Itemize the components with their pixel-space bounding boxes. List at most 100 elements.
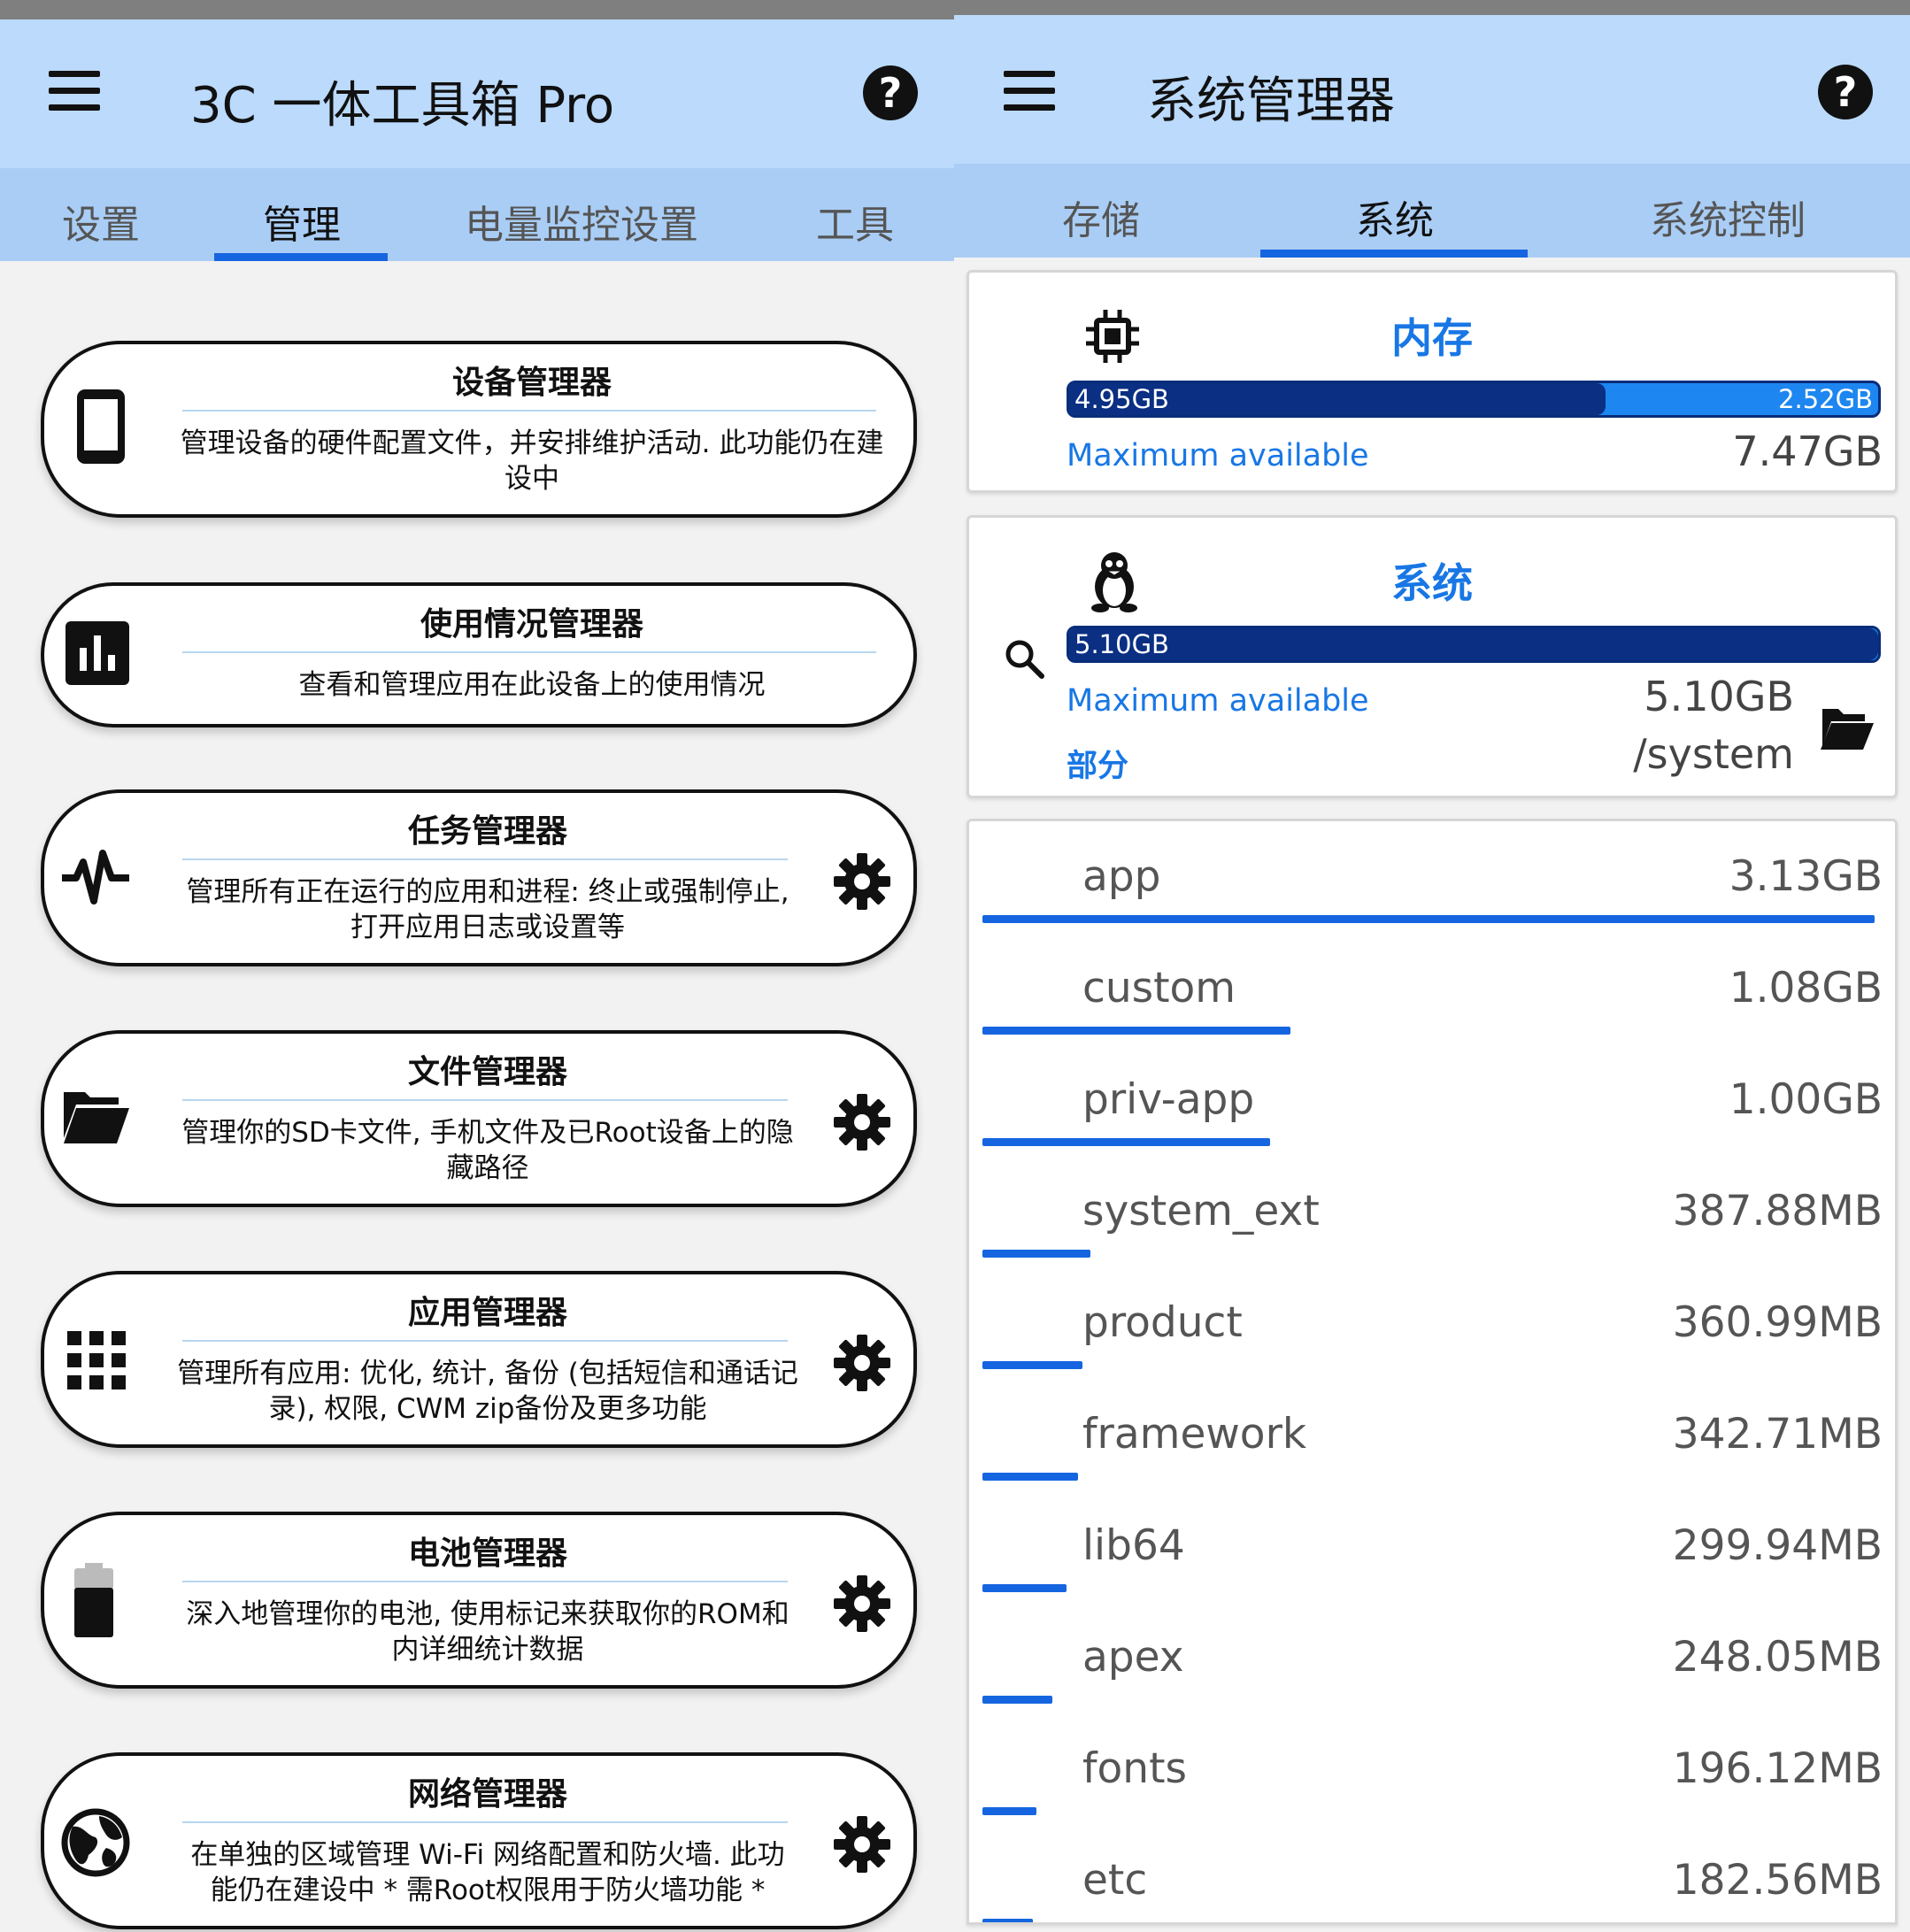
gear-icon[interactable] <box>834 853 890 910</box>
system-max-value: 5.10GB <box>1644 673 1794 720</box>
partition-label: 部分 <box>1067 749 1129 784</box>
list-item[interactable]: system_ext 387.88MB <box>969 1156 1895 1267</box>
gear-icon[interactable] <box>834 1094 890 1151</box>
divider <box>182 651 876 653</box>
tab-system[interactable]: 系统 <box>1356 189 1434 245</box>
folder-name: app <box>1082 852 1161 901</box>
gear-icon[interactable] <box>834 1816 890 1873</box>
card-title: 电池管理器 <box>407 1536 567 1572</box>
help-icon[interactable]: ? <box>1818 65 1873 119</box>
folder-size-bar <box>982 1919 1033 1922</box>
list-item[interactable]: priv-app 1.00GB <box>969 1044 1895 1156</box>
folder-name: custom <box>1082 964 1236 1012</box>
menu-icon[interactable] <box>1004 71 1055 112</box>
tool-box-panel: 3C 一体工具箱 Pro ? 设置 管理 电量监控设置 工具 设备管理器管理设备… <box>0 0 954 1932</box>
list-item[interactable]: apex 248.05MB <box>969 1602 1895 1713</box>
card-phone[interactable]: 设备管理器管理设备的硬件配置文件，并安排维护活动. 此功能仍在建设中 <box>41 341 917 518</box>
card-title: 设备管理器 <box>451 365 612 401</box>
folder-size-bar <box>982 1361 1082 1369</box>
card-title: 应用管理器 <box>407 1295 567 1331</box>
folder-size-bar <box>982 1138 1270 1146</box>
memory-max-value: 7.47GB <box>1732 427 1883 475</box>
card-description: 管理设备的硬件配置文件，并安排维护活动. 此功能仍在建设中 <box>180 427 884 495</box>
tab-storage[interactable]: 存储 <box>1062 189 1140 245</box>
system-used-label: 5.10GB <box>1074 629 1169 659</box>
card-globe[interactable]: 网络管理器 在单独的区域管理 Wi-Fi 网络配置和防火墙. 此功能仍在建设中 *… <box>41 1752 917 1929</box>
status-bar <box>0 0 954 19</box>
list-item[interactable]: framework 342.71MB <box>969 1379 1895 1490</box>
folder-name: fonts <box>1082 1744 1188 1793</box>
folder-size: 1.08GB <box>1729 964 1883 1012</box>
folder-size-bar <box>982 1696 1052 1704</box>
card-folder[interactable]: 文件管理器管理你的SD卡文件, 手机文件及已Root设备上的隐藏路径 <box>41 1030 917 1207</box>
list-item[interactable]: app 3.13GB <box>969 821 1895 933</box>
divider <box>182 1821 788 1823</box>
card-description: 查看和管理应用在此设备上的使用情况 <box>298 669 766 701</box>
folder-size-bar <box>982 1250 1090 1258</box>
folder-size-bar <box>982 1807 1036 1815</box>
memory-max-label: Maximum available <box>1067 438 1369 473</box>
folder-size-bar <box>982 1473 1078 1481</box>
card-pulse[interactable]: 任务管理器管理所有正在运行的应用和进程: 终止或强制停止, 打开应用日志或设置等 <box>41 789 917 966</box>
system-used-fill <box>1069 628 1878 660</box>
folder-name: product <box>1082 1298 1243 1347</box>
divider <box>182 410 876 412</box>
card-description: 深入地管理你的电池, 使用标记来获取你的ROM和内详细统计数据 <box>186 1598 789 1666</box>
folder-size-bar <box>982 1584 1067 1592</box>
system-usage-bar: 5.10GB <box>1067 626 1881 663</box>
list-item[interactable]: fonts 196.12MB <box>969 1713 1895 1825</box>
app-bar: 系统管理器 ? <box>954 15 1910 164</box>
tab-tools[interactable]: 工具 <box>816 193 894 250</box>
card-title: 文件管理器 <box>407 1054 567 1090</box>
tab-settings[interactable]: 设置 <box>62 193 140 250</box>
memory-usage-bar: 4.95GB 2.52GB <box>1067 381 1881 418</box>
list-item[interactable]: lib64 299.94MB <box>969 1490 1895 1602</box>
status-bar <box>954 0 1910 15</box>
folder-size: 299.94MB <box>1672 1521 1883 1570</box>
card-description: 管理你的SD卡文件, 手机文件及已Root设备上的隐藏路径 <box>181 1117 794 1184</box>
card-grid[interactable]: 应用管理器管理所有应用: 优化, 统计, 备份 (包括短信和通话记录), 权限,… <box>41 1271 917 1448</box>
system-title: 系统 <box>1391 559 1473 607</box>
card-title: 任务管理器 <box>407 813 567 850</box>
grid-icon <box>67 1331 126 1393</box>
list-item[interactable]: custom 1.08GB <box>969 933 1895 1044</box>
folder-size: 360.99MB <box>1672 1298 1883 1347</box>
memory-free-label: 2.52GB <box>1778 384 1873 414</box>
search-icon[interactable] <box>1003 637 1045 680</box>
card-bar-chart[interactable]: 使用情况管理器 查看和管理应用在此设备上的使用情况 <box>41 582 917 727</box>
folder-size: 342.71MB <box>1672 1410 1883 1459</box>
list-item[interactable]: etc 182.56MB <box>969 1825 1895 1922</box>
gear-icon[interactable] <box>834 1575 890 1632</box>
folder-size: 196.12MB <box>1672 1744 1883 1793</box>
gear-icon[interactable] <box>834 1335 890 1391</box>
folder-name: system_ext <box>1082 1187 1320 1235</box>
card-description: 管理所有应用: 优化, 统计, 备份 (包括短信和通话记录), 权限, CWM … <box>177 1358 798 1425</box>
partition-value: /system <box>1633 730 1794 778</box>
menu-icon[interactable] <box>49 71 100 112</box>
tab-manage[interactable]: 管理 <box>263 193 341 250</box>
folder-name: lib64 <box>1082 1521 1185 1570</box>
tab-system-control[interactable]: 系统控制 <box>1650 189 1806 245</box>
folder-size: 248.05MB <box>1672 1633 1883 1682</box>
folder-name: etc <box>1082 1856 1148 1905</box>
tab-indicator <box>214 253 388 261</box>
card-battery[interactable]: 电池管理器深入地管理你的电池, 使用标记来获取你的ROM和内详细统计数据 <box>41 1512 917 1689</box>
system-folder-list: app 3.13GB custom 1.08GB priv-app 1.00GB syste… <box>967 819 1898 1925</box>
folder-open-icon[interactable] <box>1819 704 1875 753</box>
bar-chart-icon <box>65 621 129 689</box>
help-icon[interactable]: ? <box>863 65 918 120</box>
folder-size-bar <box>982 1027 1290 1035</box>
folder-name: framework <box>1082 1410 1307 1459</box>
card-description: 管理所有正在运行的应用和进程: 终止或强制停止, 打开应用日志或设置等 <box>186 876 789 943</box>
memory-card: 内存 4.95GB 2.52GB Maximum available 7.47G… <box>967 270 1898 493</box>
memory-used-label: 4.95GB <box>1074 384 1169 414</box>
app-title: 3C 一体工具箱 Pro <box>190 77 615 135</box>
globe-icon <box>60 1807 131 1882</box>
memory-title: 内存 <box>1391 314 1473 362</box>
list-item[interactable]: product 360.99MB <box>969 1267 1895 1379</box>
app-bar: 3C 一体工具箱 Pro ? <box>0 19 954 168</box>
folder-icon <box>60 1089 131 1149</box>
tab-battery-monitor-settings[interactable]: 电量监控设置 <box>465 193 698 250</box>
pulse-icon <box>60 844 131 912</box>
folder-size-bar <box>982 915 1875 923</box>
